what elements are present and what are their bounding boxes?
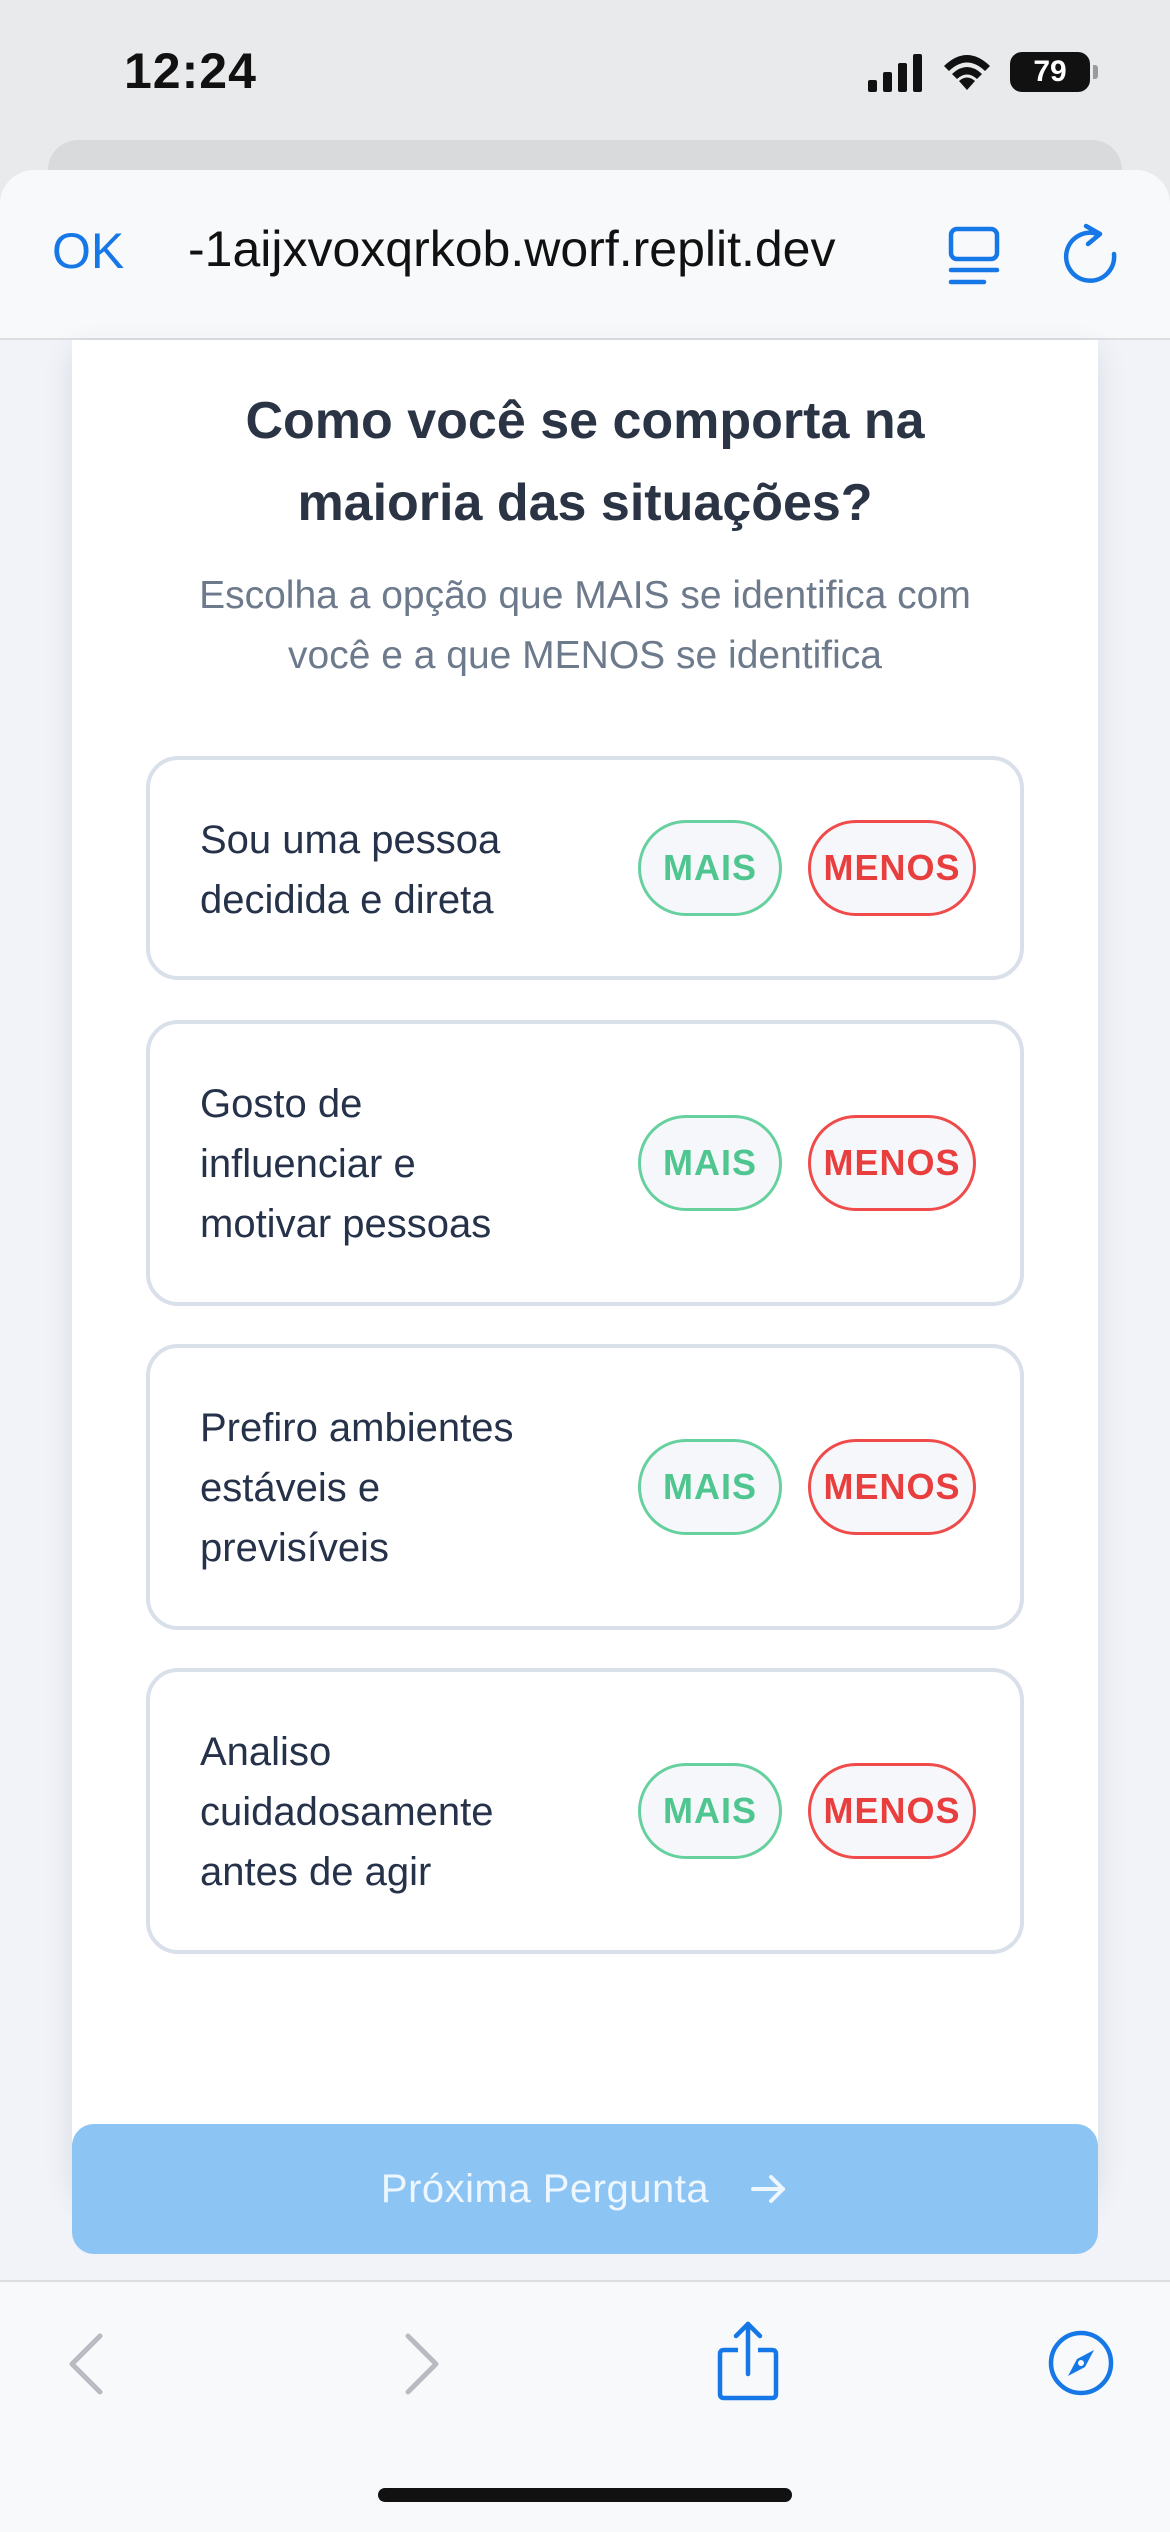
status-bar: 12:24 79 — [0, 0, 1170, 150]
browser-sheet: OK -1aijxvoxqrkob.worf.replit.dev Como v… — [0, 170, 1170, 2532]
option-text-line: Gosto de — [200, 1082, 363, 1126]
forward-icon[interactable] — [402, 2332, 442, 2396]
option-card: Prefiro ambientes estáveis e previsíveis… — [146, 1344, 1024, 1630]
menos-button[interactable]: MENOS — [808, 1439, 976, 1535]
option-card: Analiso cuidadosamente antes de agir MAI… — [146, 1668, 1024, 1954]
option-text-line: motivar pessoas — [200, 1202, 492, 1246]
option-text-line: antes de agir — [200, 1850, 432, 1894]
next-question-button[interactable]: Próxima Pergunta — [72, 2124, 1098, 2254]
option-card: Sou uma pessoa decidida e direta MAIS ME… — [146, 756, 1024, 980]
compass-icon[interactable] — [1046, 2328, 1116, 2398]
menos-button[interactable]: MENOS — [808, 1763, 976, 1859]
question-subtitle-line: Escolha a opção que MAIS se identifica c… — [199, 574, 971, 617]
option-text-line: estáveis e — [200, 1466, 381, 1510]
option-text-line: Sou uma pessoa — [200, 818, 501, 862]
arrow-right-icon — [751, 2175, 786, 2203]
screen: 12:24 79 OK -1aijxvoxqrkob.worf.replit.d… — [0, 0, 1170, 2532]
home-indicator — [378, 2488, 792, 2502]
browser-address-bar: OK -1aijxvoxqrkob.worf.replit.dev — [0, 170, 1170, 340]
mais-button[interactable]: MAIS — [638, 1115, 782, 1211]
next-question-label: Próxima Pergunta — [380, 2166, 710, 2211]
option-text-line: Prefiro ambientes — [200, 1406, 514, 1450]
option-text-line: previsíveis — [200, 1526, 389, 1570]
battery-icon: 79 — [1010, 52, 1098, 92]
back-icon[interactable] — [66, 2332, 106, 2396]
option-text-line: influenciar e — [200, 1142, 416, 1186]
option-text-line: Analiso — [200, 1730, 332, 1774]
option-text: Gosto de influenciar e motivar pessoas — [200, 1074, 590, 1254]
battery-level: 79 — [1033, 55, 1067, 88]
reader-icon[interactable] — [946, 226, 1002, 286]
option-text: Sou uma pessoa decidida e direta — [200, 810, 590, 930]
wifi-icon — [944, 55, 990, 90]
option-text: Analiso cuidadosamente antes de agir — [200, 1722, 590, 1902]
signal-icon — [868, 54, 922, 92]
option-text-line: cuidadosamente — [200, 1790, 494, 1834]
question-title: Como você se comporta na maioria das sit… — [0, 380, 1170, 544]
option-text: Prefiro ambientes estáveis e previsíveis — [200, 1398, 590, 1578]
status-time: 12:24 — [124, 43, 257, 99]
status-icons: 79 — [866, 52, 1098, 92]
done-button[interactable]: OK — [52, 222, 124, 280]
question-title-line: Como você se comporta na — [245, 392, 925, 450]
option-text-line: decidida e direta — [200, 878, 494, 922]
url-field[interactable]: -1aijxvoxqrkob.worf.replit.dev — [188, 220, 836, 278]
reload-icon[interactable] — [1062, 222, 1122, 288]
menos-button[interactable]: MENOS — [808, 820, 976, 916]
question-subtitle-line: você e a que MENOS se identifica — [288, 634, 882, 677]
mais-button[interactable]: MAIS — [638, 1439, 782, 1535]
option-card: Gosto de influenciar e motivar pessoas M… — [146, 1020, 1024, 1306]
share-icon[interactable] — [716, 2320, 780, 2402]
question-subtitle: Escolha a opção que MAIS se identifica c… — [140, 566, 1030, 686]
mais-button[interactable]: MAIS — [638, 1763, 782, 1859]
menos-button[interactable]: MENOS — [808, 1115, 976, 1211]
question-title-line: maioria das situações? — [297, 474, 873, 532]
mais-button[interactable]: MAIS — [638, 820, 782, 916]
